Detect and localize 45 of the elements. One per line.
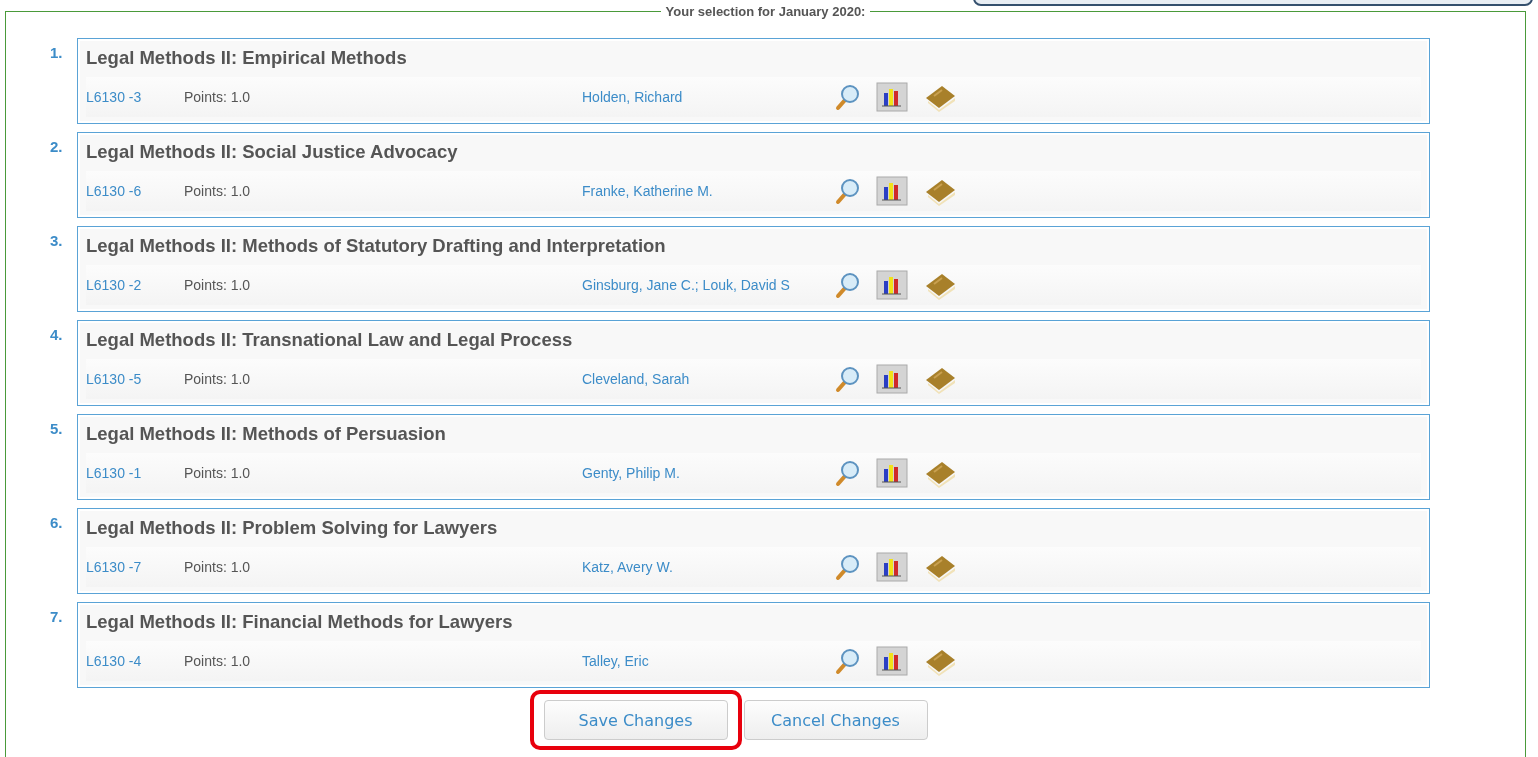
item-number: 1.	[50, 43, 64, 61]
instructor-link[interactable]: Cleveland, Sarah	[582, 370, 832, 388]
course-points: Points: 1.0	[184, 277, 252, 293]
bar-chart-icon[interactable]	[876, 176, 908, 206]
item-number: 5.	[50, 419, 64, 437]
course-points: Points: 1.0	[184, 183, 252, 199]
bar-chart-icon[interactable]	[876, 364, 908, 394]
instructor-link[interactable]: Talley, Eric	[582, 652, 832, 670]
item-number: 3.	[50, 231, 64, 249]
bar-chart-icon[interactable]	[876, 552, 908, 582]
item-number: 7.	[50, 607, 64, 625]
item-number: 4.	[50, 325, 64, 343]
course-code: L6130 -3	[86, 89, 143, 105]
course-title: Legal Methods II: Problem Solving for Lawyers	[86, 517, 499, 540]
action-button[interactable]: Cancel Changes	[743, 700, 928, 740]
course-code: L6130 -4	[86, 653, 143, 669]
bar-chart-icon[interactable]	[876, 646, 908, 676]
course-points: Points: 1.0	[184, 371, 252, 387]
panel-legend: Your selection for January 2020:	[660, 4, 871, 19]
course-points: Points: 1.0	[184, 465, 252, 481]
bar-chart-icon[interactable]	[876, 82, 908, 112]
item-number: 6.	[50, 513, 64, 531]
course-code: L6130 -1	[86, 465, 143, 481]
bar-chart-icon[interactable]	[876, 270, 908, 300]
action-button[interactable]: Save Changes	[543, 700, 728, 740]
instructor-link[interactable]: Franke, Katherine M.	[582, 182, 832, 200]
course-points: Points: 1.0	[184, 89, 252, 105]
bar-chart-icon[interactable]	[876, 458, 908, 488]
course-title: Legal Methods II: Financial Methods for Lawyers	[86, 611, 514, 634]
course-points: Points: 1.0	[184, 653, 252, 669]
course-title: Legal Methods II: Empirical Methods	[86, 47, 408, 70]
course-title: Legal Methods II: Methods of Persuasion	[86, 423, 447, 446]
course-code: L6130 -2	[86, 277, 143, 293]
course-title: Legal Methods II: Methods of Statutory Drafting and Interpretation	[86, 235, 667, 258]
course-points: Points: 1.0	[184, 559, 252, 575]
instructor-link[interactable]: Genty, Philip M.	[582, 464, 832, 482]
course-title: Legal Methods II: Social Justice Advocacy	[86, 141, 459, 164]
course-title: Legal Methods II: Transnational Law and Legal Process	[86, 329, 574, 352]
instructor-link[interactable]: Ginsburg, Jane C.; Louk, David S	[582, 276, 832, 294]
instructor-link[interactable]: Katz, Avery W.	[582, 558, 832, 576]
item-number: 2.	[50, 137, 64, 155]
course-code: L6130 -7	[86, 559, 143, 575]
instructor-link[interactable]: Holden, Richard	[582, 88, 832, 106]
course-code: L6130 -6	[86, 183, 143, 199]
course-code: L6130 -5	[86, 371, 143, 387]
